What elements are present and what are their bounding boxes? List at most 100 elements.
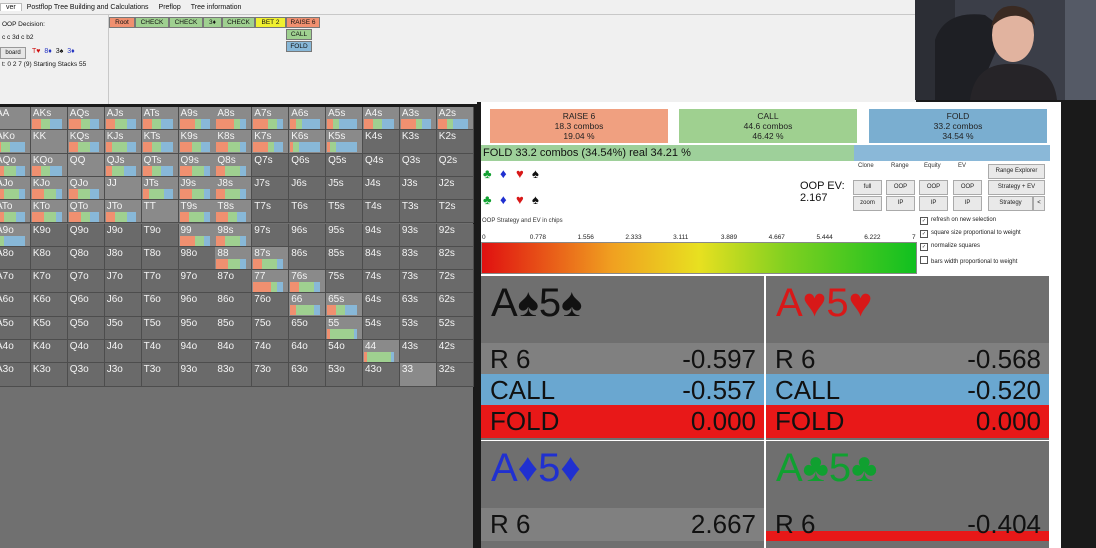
range-cell[interactable]: 42s [436,340,474,364]
tree-node[interactable]: CHECK [222,17,255,28]
range-cell[interactable]: 88 [215,246,253,271]
range-cell[interactable]: Q8s [215,153,253,177]
range-cell[interactable]: 93o [178,363,216,387]
range-cell[interactable]: K8o [30,246,68,271]
range-cell[interactable]: 98o [178,246,216,271]
tree-node[interactable]: CHECK [169,17,203,28]
range-cell[interactable]: J6o [104,293,142,317]
range-cell[interactable]: Q4o [67,340,105,364]
range-cell[interactable]: A9s [178,107,216,131]
range-cell[interactable]: 43o [363,363,400,387]
range-cell[interactable]: AA [0,107,31,131]
heart-filter-2-icon[interactable]: ♥ [516,193,524,206]
range-cell[interactable]: Q7o [67,270,105,294]
range-cell[interactable]: A5o [0,316,31,340]
range-cell[interactable]: J3o [104,363,142,387]
range-cell[interactable]: A8s [215,107,253,131]
range-cell[interactable]: AJs [104,107,142,131]
zoom-button[interactable]: zoom [853,196,882,211]
range-cell[interactable]: KJs [104,130,142,154]
range-cell[interactable]: 66 [289,293,327,317]
range-ip-button[interactable]: IP [886,196,915,211]
spade-filter-2-icon[interactable]: ♠ [532,193,539,206]
range-cell[interactable]: 94s [363,223,400,247]
range-cell[interactable]: K5o [30,316,68,340]
range-cell[interactable]: 62s [436,293,474,317]
range-cell[interactable]: 86o [215,293,253,317]
range-cell[interactable]: 99 [178,223,216,247]
range-cell[interactable]: 82s [436,246,474,271]
range-cell[interactable]: J6s [289,176,327,201]
range-cell[interactable]: 53s [399,316,437,340]
range-cell[interactable]: 63s [399,293,437,317]
range-cell[interactable]: Q2s [436,153,474,177]
range-cell[interactable]: T6o [141,293,179,317]
range-cell[interactable]: K4s [363,130,400,154]
range-cell[interactable]: QJs [104,153,142,177]
range-cell[interactable]: 84s [363,246,400,271]
diamond-filter-icon[interactable]: ♦ [500,167,507,180]
range-cell[interactable]: J5o [104,316,142,340]
range-cell[interactable]: ATo [0,200,31,224]
range-cell[interactable]: J9o [104,223,142,247]
range-cell[interactable]: A3s [399,107,437,131]
range-cell[interactable]: T8s [215,200,253,224]
tab-viewer[interactable]: ver [0,3,22,11]
range-cell[interactable]: K3s [399,130,437,154]
tab-tree-information[interactable]: Tree information [186,4,247,11]
range-cell[interactable]: KQs [67,130,105,154]
checkbox-square-size[interactable]: ✓ [920,230,928,238]
option-refresh[interactable]: ✓ refresh on new selection [920,217,996,225]
range-cell[interactable]: 73o [252,363,290,387]
range-cell[interactable]: AQo [0,153,31,177]
ev-oop-button[interactable]: OOP [953,180,982,195]
range-cell[interactable]: 77 [252,270,290,294]
range-explorer-button[interactable]: Range Explorer [988,164,1045,179]
checkbox-refresh[interactable]: ✓ [920,217,928,225]
range-cell[interactable]: K5s [326,130,364,154]
tab-preflop[interactable]: Preflop [154,4,186,11]
range-cell[interactable]: Q8o [67,246,105,271]
range-cell[interactable]: A2s [436,107,474,131]
option-normalize[interactable]: ✓ normalize squares [920,243,980,251]
range-cell[interactable]: Q9o [67,223,105,247]
range-cell[interactable]: A3o [0,363,31,387]
range-cell[interactable]: J7s [252,176,290,201]
range-cell[interactable]: J2s [436,176,474,201]
range-cell[interactable]: Q9s [178,153,216,177]
range-cell[interactable]: 43s [399,340,437,364]
range-cell[interactable]: K2s [436,130,474,154]
range-cell[interactable]: T2s [436,200,474,224]
range-cell[interactable]: T4s [363,200,400,224]
back-button[interactable]: < [1033,196,1045,211]
range-cell[interactable]: QJo [67,176,105,201]
range-cell[interactable]: J9s [178,176,216,201]
call-summary[interactable]: CALL 44.6 combos 46.42 % [679,109,857,143]
option-square-size[interactable]: ✓ square size proportional to weight [920,230,1021,238]
range-cell[interactable]: JTs [141,176,179,201]
range-cell[interactable]: 87o [215,270,253,294]
range-cell[interactable]: 55 [326,316,364,340]
range-cell[interactable]: K7o [30,270,68,294]
range-cell[interactable]: Q7s [252,153,290,177]
range-cell[interactable]: 74s [363,270,400,294]
equity-ip-button[interactable]: IP [919,196,948,211]
range-cell[interactable]: 73s [399,270,437,294]
range-cell[interactable]: 75o [252,316,290,340]
tree-subnode[interactable]: CALL [286,29,312,40]
range-cell[interactable]: 65s [326,293,364,317]
range-cell[interactable]: 83o [215,363,253,387]
combo-panel[interactable]: A♦5♦ R 6 2.667 [481,441,764,548]
combo-panel[interactable]: A♣5♣ R 6 -0.404 [766,441,1049,548]
range-cell[interactable]: J4s [363,176,400,201]
range-cell[interactable]: 65o [289,316,327,340]
range-cell[interactable]: JTo [104,200,142,224]
range-cell[interactable]: 85o [215,316,253,340]
range-cell[interactable]: Q6o [67,293,105,317]
checkbox-bars-width[interactable] [920,256,928,264]
range-cell[interactable]: Q3s [399,153,437,177]
range-cell[interactable]: TT [141,200,179,224]
range-cell[interactable]: T4o [141,340,179,364]
range-cell[interactable]: 44 [363,340,400,364]
range-cell[interactable]: QTs [141,153,179,177]
